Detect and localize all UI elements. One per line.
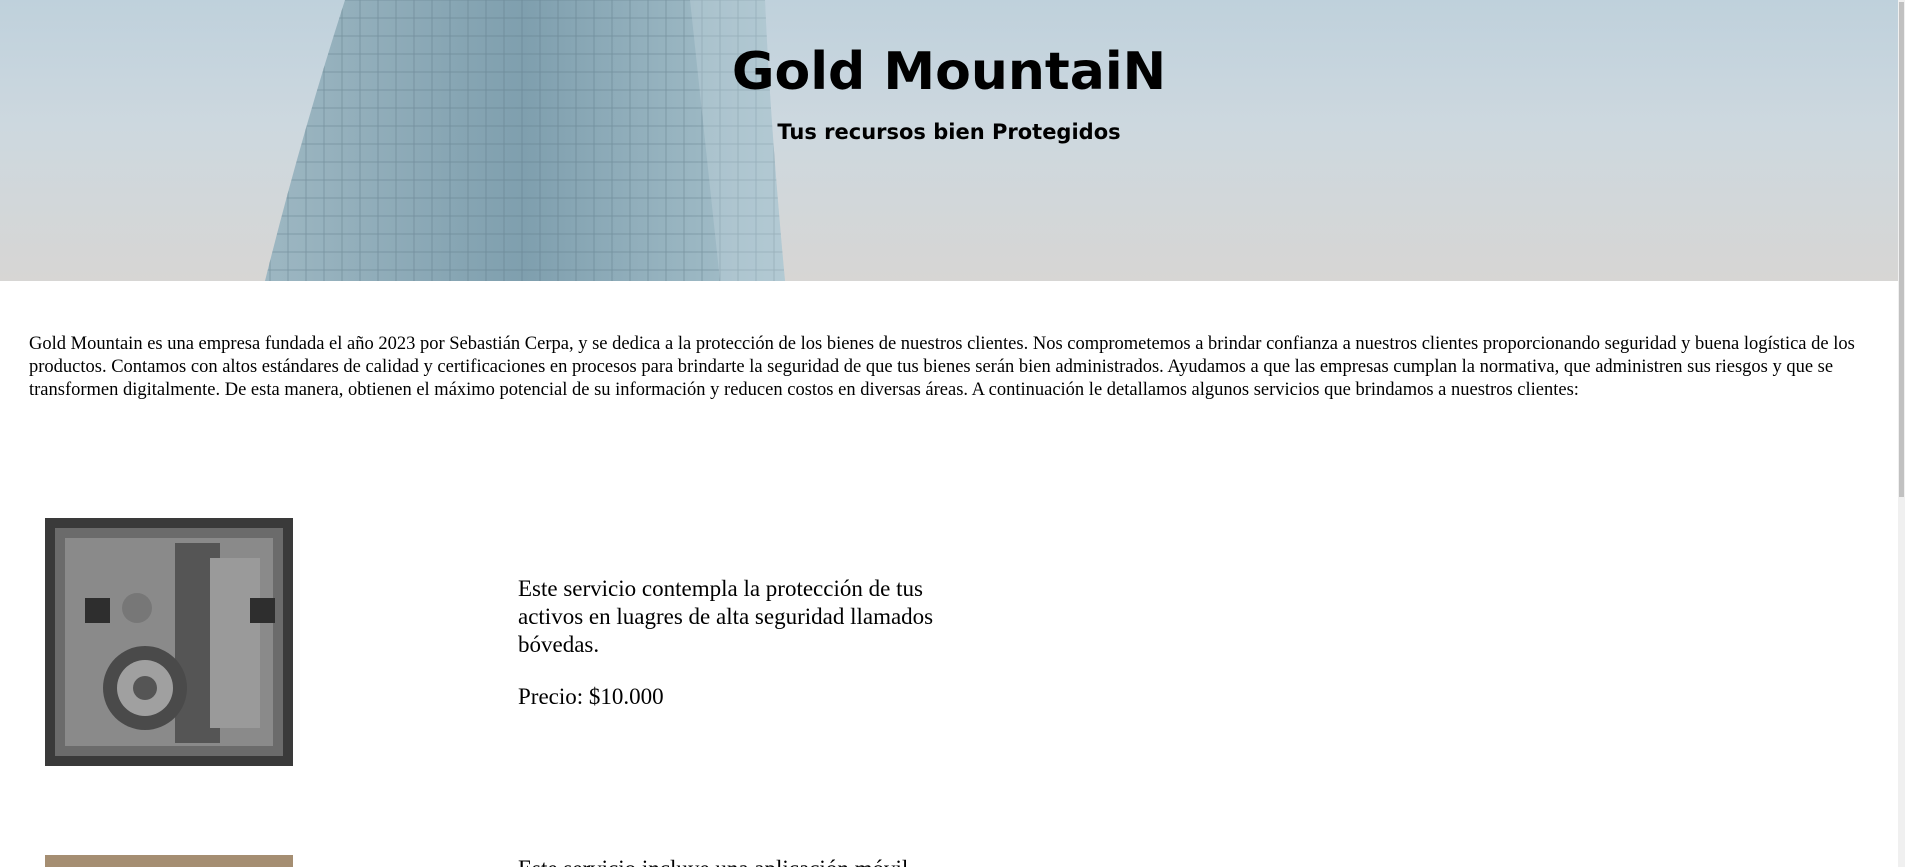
site-subtitle: Tus recursos bien Protegidos [777, 120, 1121, 144]
hero-banner: Gold MountaiN Tus recursos bien Protegid… [0, 0, 1898, 281]
scrollbar-thumb[interactable] [1899, 2, 1904, 497]
service-image-vault [45, 518, 293, 766]
intro-paragraph: Gold Mountain es una empresa fundada el … [29, 334, 1855, 400]
page-scrollbar[interactable] [1898, 0, 1905, 867]
service-description-2: Este servicio incluye una aplicación móv… [518, 855, 1078, 867]
service-description: Este servicio contempla la protección de… [518, 576, 934, 657]
site-title: Gold MountaiN [731, 42, 1167, 102]
service-price: Precio: $10.000 [518, 684, 664, 709]
vault-door-icon [45, 518, 293, 766]
service-image-2 [45, 855, 293, 867]
